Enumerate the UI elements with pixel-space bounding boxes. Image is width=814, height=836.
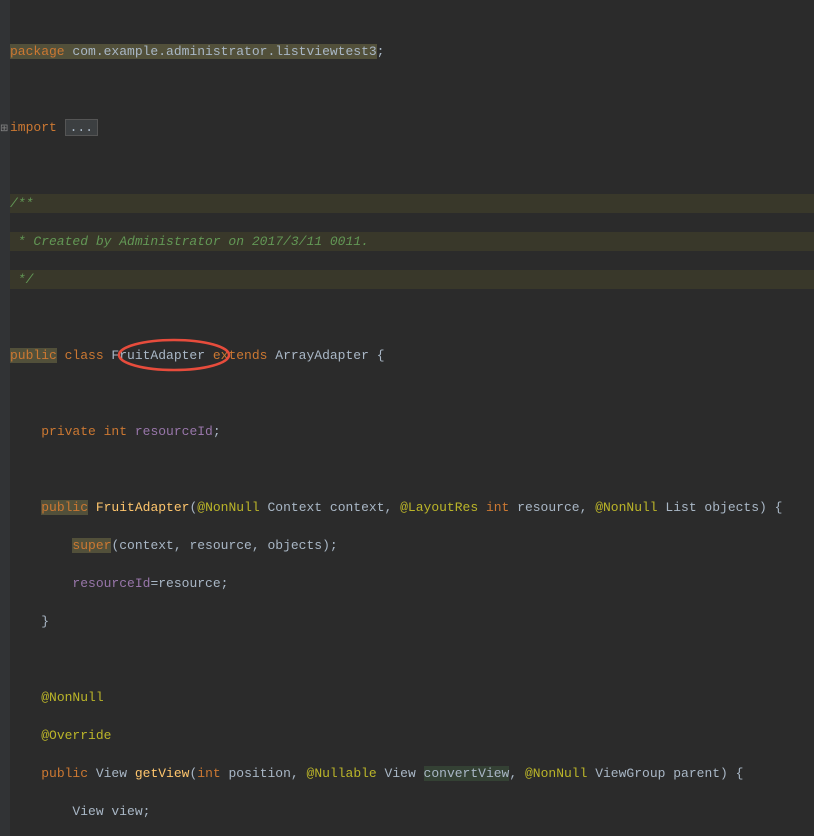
code-line[interactable]: * Created by Administrator on 2017/3/11 … (10, 232, 814, 251)
code-line[interactable]: package com.example.administrator.listvi… (10, 42, 814, 61)
code-line[interactable] (10, 308, 814, 327)
code-line[interactable] (10, 384, 814, 403)
code-line[interactable]: @NonNull (10, 688, 814, 707)
code-line[interactable]: View view; (10, 802, 814, 821)
code-line[interactable] (10, 650, 814, 669)
code-line[interactable]: public FruitAdapter(@NonNull Context con… (10, 498, 814, 517)
folded-imports[interactable]: ... (65, 119, 98, 136)
code-line[interactable]: private int resourceId; (10, 422, 814, 441)
code-line[interactable]: public View getView(int position, @Nulla… (10, 764, 814, 783)
expand-icon[interactable]: ⊞ (0, 120, 8, 139)
code-line[interactable]: super(context, resource, objects); (10, 536, 814, 555)
code-line[interactable] (10, 460, 814, 479)
code-line[interactable]: /** (10, 194, 814, 213)
code-line[interactable] (10, 80, 814, 99)
code-line[interactable]: */ (10, 270, 814, 289)
code-area[interactable]: package com.example.administrator.listvi… (10, 0, 814, 836)
code-line[interactable]: ⊞import ... (10, 118, 814, 137)
code-line[interactable] (10, 156, 814, 175)
code-editor[interactable]: package com.example.administrator.listvi… (0, 0, 814, 836)
code-line[interactable]: @Override (10, 726, 814, 745)
code-line[interactable]: } (10, 612, 814, 631)
code-line[interactable]: resourceId=resource; (10, 574, 814, 593)
code-line[interactable]: public class FruitAdapter extends ArrayA… (10, 346, 814, 365)
